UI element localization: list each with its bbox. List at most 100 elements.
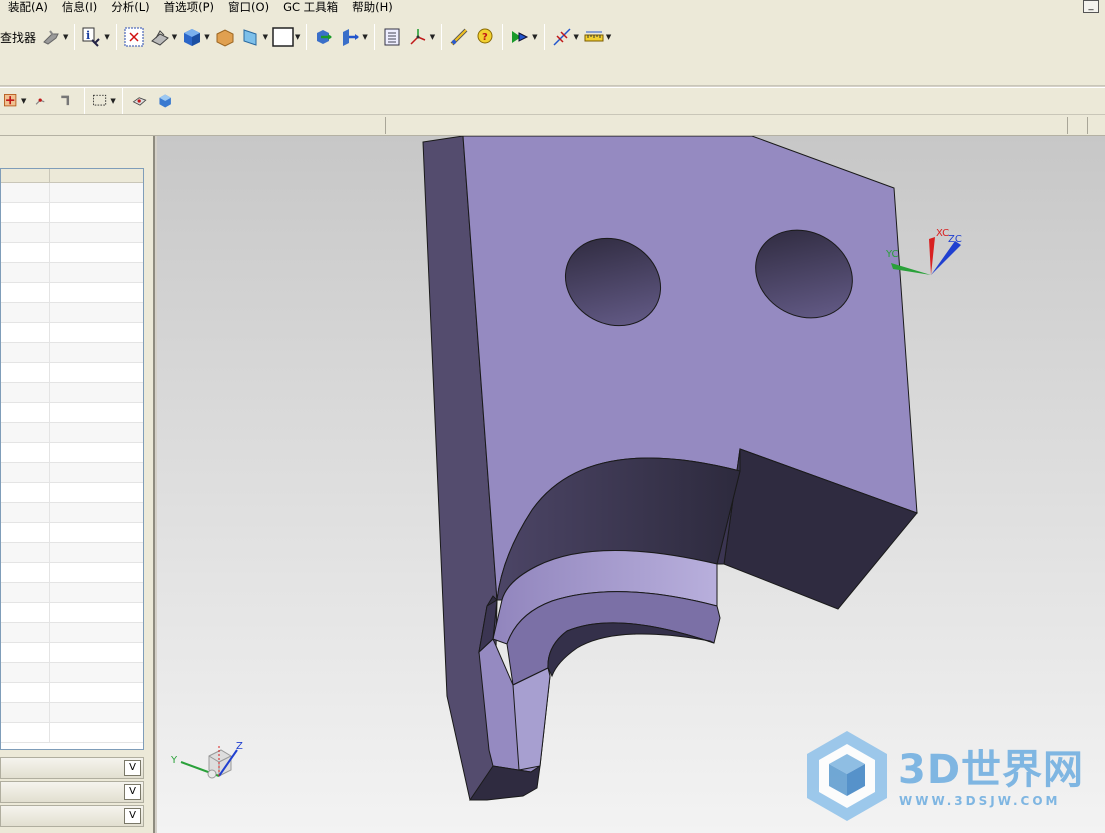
navigator-rows bbox=[1, 183, 143, 743]
menu-assembly[interactable]: 装配(A) bbox=[0, 0, 54, 14]
toolbar-separator bbox=[502, 24, 504, 50]
table-row[interactable] bbox=[1, 263, 143, 283]
table-row[interactable] bbox=[1, 543, 143, 563]
box-select-icon[interactable]: ▼ bbox=[91, 88, 116, 114]
navigator-table-header[interactable] bbox=[1, 169, 143, 183]
table-row[interactable] bbox=[1, 423, 143, 443]
toolbar-separator bbox=[306, 24, 308, 50]
move-component-icon[interactable]: ▼ bbox=[339, 24, 368, 50]
snap-point-icon[interactable]: ▼ bbox=[2, 88, 26, 114]
toolbar-row-1: 查找器 ▼ i ▼ ▼ ▼ ▼ ▼ ▼ ▼ ? ▼ ▼ ▼ bbox=[0, 20, 613, 54]
table-row[interactable] bbox=[1, 363, 143, 383]
toolbar-separator bbox=[74, 24, 76, 50]
toolbar-separator bbox=[121, 88, 123, 114]
table-row[interactable] bbox=[1, 703, 143, 723]
info-icon[interactable]: i ▼ bbox=[81, 24, 110, 50]
toolbar-separator bbox=[115, 24, 117, 50]
status-divider bbox=[1087, 117, 1088, 134]
status-strip bbox=[0, 115, 1105, 136]
table-row[interactable] bbox=[1, 563, 143, 583]
shaded-view-icon[interactable]: ▼ bbox=[181, 24, 210, 50]
select-body-icon[interactable] bbox=[155, 88, 177, 114]
toolbar-separator bbox=[543, 24, 545, 50]
menu-bar: 装配(A) 信息(I) 分析(L) 首选项(P) 窗口(O) GC 工具箱 帮助… bbox=[0, 0, 1105, 14]
table-row[interactable] bbox=[1, 303, 143, 323]
table-row[interactable] bbox=[1, 683, 143, 703]
table-row[interactable] bbox=[1, 523, 143, 543]
table-row[interactable] bbox=[1, 343, 143, 363]
collapsible-section-2[interactable]: V bbox=[0, 781, 144, 803]
table-row[interactable] bbox=[1, 663, 143, 683]
triad-zc-label: ZC bbox=[948, 234, 962, 245]
check-geometry-icon[interactable]: ? bbox=[474, 24, 496, 50]
table-row[interactable] bbox=[1, 583, 143, 603]
table-row[interactable] bbox=[1, 383, 143, 403]
menu-window[interactable]: 窗口(O) bbox=[220, 0, 275, 14]
assembly-constraint-icon[interactable] bbox=[313, 24, 335, 50]
minimize-button[interactable]: _ bbox=[1083, 0, 1099, 13]
table-row[interactable] bbox=[1, 503, 143, 523]
table-row[interactable] bbox=[1, 643, 143, 663]
table-row[interactable] bbox=[1, 323, 143, 343]
view-triad-icon bbox=[180, 746, 238, 779]
chevron-down-icon[interactable]: V bbox=[124, 760, 141, 776]
navigator-collapsible-sections: V V V bbox=[0, 757, 144, 829]
fit-view-icon[interactable] bbox=[123, 24, 145, 50]
assembly-navigator-panel: V V V bbox=[0, 136, 155, 833]
watermark-url: WWW.3DSJW.COM bbox=[899, 794, 1061, 808]
face-view-icon[interactable]: ▼ bbox=[240, 24, 268, 50]
table-row[interactable] bbox=[1, 243, 143, 263]
finder-label[interactable]: 查找器 bbox=[0, 24, 36, 50]
measure-distance-icon[interactable] bbox=[448, 24, 470, 50]
collapsible-section-1[interactable]: V bbox=[0, 757, 144, 779]
view-triad-z-label: Z bbox=[236, 741, 243, 752]
graphics-viewport[interactable]: XC YC ZC Z Y 3D世界网 WWW.3DSJW.COM bbox=[157, 136, 1105, 833]
table-row[interactable] bbox=[1, 603, 143, 623]
show-hide-icon[interactable]: ▼ bbox=[509, 24, 538, 50]
chevron-down-icon[interactable]: V bbox=[124, 784, 141, 800]
table-row[interactable] bbox=[1, 483, 143, 503]
table-row[interactable] bbox=[1, 443, 143, 463]
table-row[interactable] bbox=[1, 203, 143, 223]
toolbar-separator bbox=[84, 88, 86, 114]
select-face-icon[interactable] bbox=[129, 88, 151, 114]
menu-preferences[interactable]: 首选项(P) bbox=[156, 0, 220, 14]
status-divider bbox=[1067, 117, 1068, 134]
table-row[interactable] bbox=[1, 283, 143, 303]
background-icon[interactable]: ▼ bbox=[272, 24, 300, 50]
toolbar-separator bbox=[441, 24, 443, 50]
table-row[interactable] bbox=[1, 223, 143, 243]
menu-analysis[interactable]: 分析(L) bbox=[103, 0, 155, 14]
hook-finger-side bbox=[512, 667, 551, 771]
triad-yc-label: YC bbox=[885, 249, 899, 260]
collapsible-section-3[interactable]: V bbox=[0, 805, 144, 827]
finder-icon[interactable]: ▼ bbox=[40, 24, 68, 50]
table-row[interactable] bbox=[1, 723, 143, 743]
chevron-down-icon[interactable]: V bbox=[124, 808, 141, 824]
parts-list-icon[interactable] bbox=[381, 24, 403, 50]
svg-text:?: ? bbox=[482, 32, 488, 43]
table-row[interactable] bbox=[1, 403, 143, 423]
point-constructor-icon[interactable] bbox=[30, 88, 52, 114]
ruler-icon[interactable]: ▼ bbox=[583, 24, 611, 50]
main-toolbar: 查找器 ▼ i ▼ ▼ ▼ ▼ ▼ ▼ ▼ ? ▼ ▼ ▼ bbox=[0, 14, 1105, 86]
section-view-icon[interactable] bbox=[214, 24, 236, 50]
dimension-icon[interactable]: ▼ bbox=[551, 24, 579, 50]
table-row[interactable] bbox=[1, 623, 143, 643]
menu-gc-toolbox[interactable]: GC 工具箱 bbox=[275, 0, 344, 14]
menu-information[interactable]: 信息(I) bbox=[54, 0, 103, 14]
datum-axis-icon[interactable]: ▼ bbox=[407, 24, 435, 50]
menu-help[interactable]: 帮助(H) bbox=[344, 0, 399, 14]
watermark-logo bbox=[807, 731, 887, 821]
status-divider bbox=[385, 117, 386, 134]
part-model[interactable]: XC YC ZC Z Y bbox=[157, 136, 1105, 833]
toolbar-separator bbox=[373, 24, 375, 50]
navigator-table[interactable] bbox=[0, 168, 144, 750]
table-row[interactable] bbox=[1, 463, 143, 483]
curve-rule-icon[interactable] bbox=[56, 88, 78, 114]
table-row[interactable] bbox=[1, 183, 143, 203]
render-style-icon[interactable]: ▼ bbox=[149, 24, 177, 50]
view-triad-y-label: Y bbox=[170, 755, 178, 766]
selection-toolbar: ▼ ▼ bbox=[0, 87, 1105, 115]
watermark-brand: 3D世界网 bbox=[898, 747, 1085, 793]
